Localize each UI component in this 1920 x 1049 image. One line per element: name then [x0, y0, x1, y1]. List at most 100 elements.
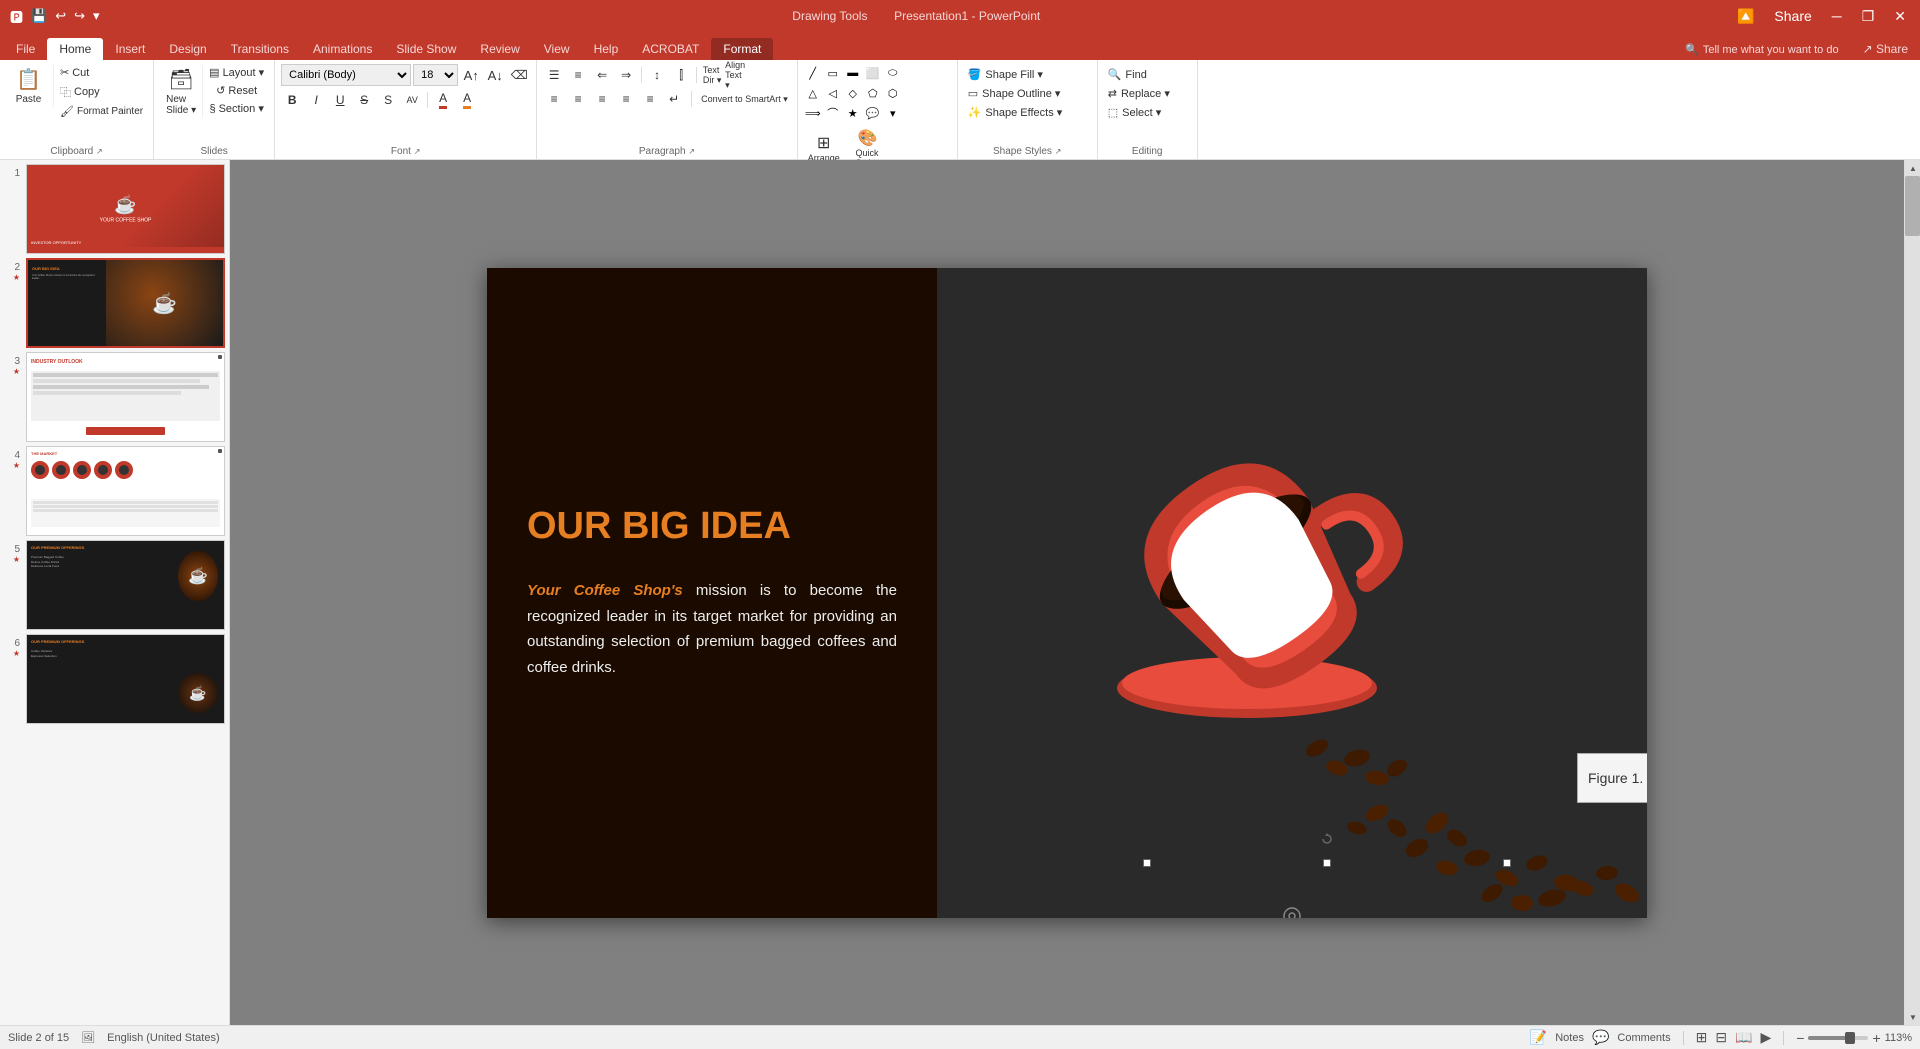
tab-slideshow[interactable]: Slide Show: [384, 38, 468, 60]
reading-view-button[interactable]: 📖: [1735, 1029, 1752, 1046]
slide-image-4[interactable]: THE MARKET: [26, 446, 225, 536]
scroll-thumb[interactable]: [1905, 176, 1920, 236]
underline-button[interactable]: U: [329, 89, 351, 111]
slide-area[interactable]: OUR BIG IDEA Your Coffee Shop's mission …: [230, 160, 1904, 1025]
share-button[interactable]: Share: [1768, 8, 1817, 25]
rtl-button[interactable]: ↵: [663, 88, 685, 110]
text-direction-button[interactable]: TextDir ▾: [701, 64, 723, 86]
shape-line-icon[interactable]: ╱: [804, 64, 822, 82]
tell-me-input[interactable]: 🔍 Tell me what you want to do: [1673, 39, 1850, 60]
tab-review[interactable]: Review: [468, 38, 531, 60]
cut-button[interactable]: ✂ Cut: [56, 64, 93, 81]
zoom-out-button[interactable]: −: [1796, 1030, 1804, 1046]
slide-panel[interactable]: 1 ☕ YOUR COFFEE SHOP INVESTOR OPPORTUNIT…: [0, 160, 230, 1025]
numbering-button[interactable]: ≡: [567, 64, 589, 86]
shape-pentagon-icon[interactable]: ⬠: [864, 84, 882, 102]
rotation-handle[interactable]: [1321, 833, 1333, 845]
format-painter-button[interactable]: 🖌 Format Painter: [56, 103, 147, 120]
bullets-button[interactable]: ☰: [543, 64, 565, 86]
shape-arrow-icon[interactable]: ⟹: [804, 104, 822, 122]
new-slide-button[interactable]: 🗃 NewSlide ▾: [160, 64, 203, 119]
shape-rect-icon[interactable]: ▭: [824, 64, 842, 82]
tab-view[interactable]: View: [532, 38, 582, 60]
figure-textbox[interactable]: Figure 1.: [1577, 753, 1647, 803]
shape-diamond-icon[interactable]: ◇: [844, 84, 862, 102]
slide-thumb-3[interactable]: 3 ★ INDUSTRY OUTLOOK: [4, 352, 225, 442]
right-scrollbar[interactable]: ▲ ▼: [1904, 160, 1920, 1025]
slide-thumb-4[interactable]: 4 ★ THE MARKET: [4, 446, 225, 536]
slide-thumb-6[interactable]: 6 ★ OUR PREMIUM OFFERINGS ☕ Coffee Varie…: [4, 634, 225, 724]
slide-thumb-5[interactable]: 5 ★ OUR PREMIUM OFFERINGS Premium Bagged…: [4, 540, 225, 630]
slide-thumb-2[interactable]: 2 ★ OUR BIG IDEA Your Coffee Shop's miss…: [4, 258, 225, 348]
shape-rounded-rect-icon[interactable]: ⬜: [864, 64, 882, 82]
tab-transitions[interactable]: Transitions: [219, 38, 301, 60]
slideshow-button[interactable]: ▶: [1761, 1029, 1772, 1046]
increase-font-size-button[interactable]: A↑: [460, 64, 482, 86]
shape-rtriangle-icon[interactable]: ◁: [824, 84, 842, 102]
slide-thumb-1[interactable]: 1 ☕ YOUR COFFEE SHOP INVESTOR OPPORTUNIT…: [4, 164, 225, 254]
align-left-button[interactable]: ≡: [543, 88, 565, 110]
shape-callout-icon[interactable]: 💬: [864, 104, 882, 122]
section-button[interactable]: § Section ▾: [205, 100, 268, 117]
notes-button[interactable]: 📝: [1530, 1029, 1547, 1046]
zoom-slider[interactable]: [1808, 1036, 1868, 1040]
shape-triangle-icon[interactable]: △: [804, 84, 822, 102]
replace-button[interactable]: ⇄ Replace ▾: [1104, 85, 1174, 102]
font-size-select[interactable]: 18: [413, 64, 458, 86]
char-spacing-button[interactable]: AV: [401, 89, 423, 111]
ribbon-display-icon[interactable]: 🔼: [1731, 8, 1760, 25]
zoom-in-button[interactable]: +: [1872, 1030, 1880, 1046]
tab-home[interactable]: Home: [47, 38, 103, 60]
shadow-button[interactable]: S: [377, 89, 399, 111]
comments-button[interactable]: 💬: [1592, 1029, 1609, 1046]
align-right-button[interactable]: ≡: [591, 88, 613, 110]
decrease-indent-button[interactable]: ⇐: [591, 64, 613, 86]
strikethrough-button[interactable]: S: [353, 89, 375, 111]
find-button[interactable]: 🔍 Find: [1104, 66, 1151, 83]
italic-button[interactable]: I: [305, 89, 327, 111]
shape-curved-icon[interactable]: ⌒: [824, 104, 842, 122]
shape-ellipse-icon[interactable]: ⬭: [884, 64, 902, 82]
reset-button[interactable]: ↺ Reset: [205, 82, 268, 99]
tab-animations[interactable]: Animations: [301, 38, 384, 60]
slide-image-3[interactable]: INDUSTRY OUTLOOK: [26, 352, 225, 442]
shape-hexagon-icon[interactable]: ⬡: [884, 84, 902, 102]
scroll-track[interactable]: [1905, 176, 1920, 1009]
justify-button[interactable]: ≡: [615, 88, 637, 110]
select-button[interactable]: ⬚ Select ▾: [1104, 104, 1166, 121]
slide-image-6[interactable]: OUR PREMIUM OFFERINGS ☕ Coffee Varieties…: [26, 634, 225, 724]
undo-icon[interactable]: ↩: [53, 6, 68, 26]
font-color-button[interactable]: A: [432, 89, 454, 111]
shape-outline-button[interactable]: ▭ Shape Outline ▾: [964, 85, 1065, 102]
shape-rect2-icon[interactable]: ▬: [844, 64, 862, 82]
slide-image-5[interactable]: OUR PREMIUM OFFERINGS Premium Bagged Cof…: [26, 540, 225, 630]
close-button[interactable]: ✕: [1888, 8, 1912, 25]
share-ribbon-btn[interactable]: ↗ Share: [1851, 38, 1920, 60]
shape-effects-button[interactable]: ✨ Shape Effects ▾: [964, 104, 1067, 121]
restore-button[interactable]: ❐: [1856, 8, 1881, 25]
slide-image-1[interactable]: ☕ YOUR COFFEE SHOP INVESTOR OPPORTUNITY: [26, 164, 225, 254]
align-text-button[interactable]: AlignText ▾: [725, 64, 747, 86]
center-button[interactable]: ≡: [567, 88, 589, 110]
columns-button[interactable]: ⫿: [670, 64, 692, 86]
zoom-thumb[interactable]: [1845, 1032, 1855, 1044]
tab-format[interactable]: Format: [711, 38, 773, 60]
handle-bottom-left[interactable]: [1143, 859, 1151, 867]
minimize-button[interactable]: ─: [1826, 8, 1848, 25]
layout-button[interactable]: ▤ Layout ▾: [205, 64, 268, 81]
tab-insert[interactable]: Insert: [103, 38, 157, 60]
scroll-down-arrow[interactable]: ▼: [1905, 1009, 1920, 1025]
scroll-up-arrow[interactable]: ▲: [1905, 160, 1920, 176]
increase-indent-button[interactable]: ⇒: [615, 64, 637, 86]
convert-smartart-button[interactable]: Convert to SmartArt ▾: [698, 88, 791, 110]
decrease-font-size-button[interactable]: A↓: [484, 64, 506, 86]
slide-sorter-button[interactable]: ⊟: [1715, 1029, 1727, 1046]
font-family-select[interactable]: Calibri (Body): [281, 64, 411, 86]
customize-qat-icon[interactable]: ▾: [91, 6, 102, 26]
highlight-color-button[interactable]: A: [456, 89, 478, 111]
redo-icon[interactable]: ↪: [72, 6, 87, 26]
clear-formatting-button[interactable]: ⌫: [508, 64, 530, 86]
tab-design[interactable]: Design: [157, 38, 218, 60]
shape-star-icon[interactable]: ★: [844, 104, 862, 122]
tab-file[interactable]: File: [4, 38, 47, 60]
